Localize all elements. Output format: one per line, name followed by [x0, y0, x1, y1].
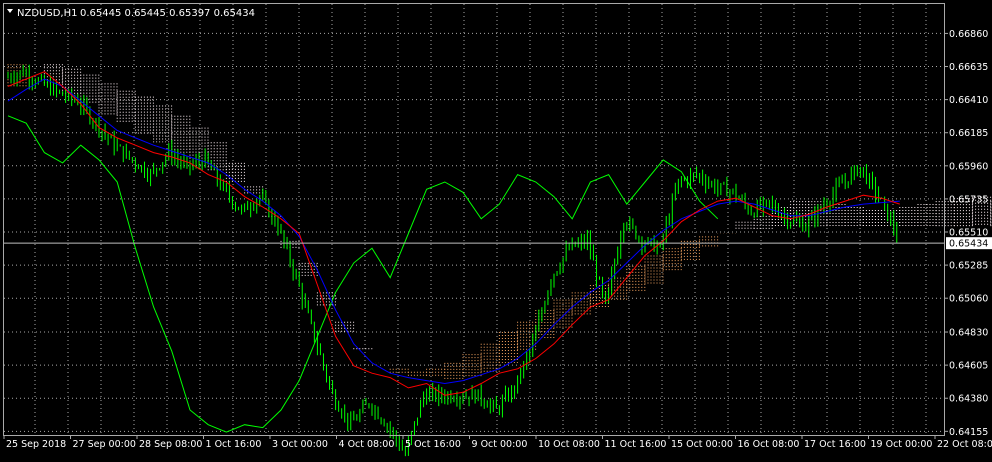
y-tick-label: 0.64605: [949, 361, 988, 372]
y-tick-label: 0.66860: [949, 29, 988, 40]
x-tick-label: 16 Oct 08:00: [738, 439, 800, 450]
x-tick-label: 1 Oct 16:00: [206, 439, 262, 450]
x-tick-label: 3 Oct 00:00: [272, 439, 328, 450]
chart-svg[interactable]: 0.66860 0.66635 0.66410 0.66185 0.65960 0.657…: [0, 0, 992, 462]
x-tick-label: 28 Sep 08:00: [139, 439, 202, 450]
x-tick-label: 9 Oct 00:00: [472, 439, 528, 450]
x-tick-label: 22 Oct 08:00: [937, 439, 992, 450]
y-tick-label: 0.66185: [949, 128, 988, 139]
ohlc-readout: 0.65445 0.65445 0.65397 0.65434: [80, 8, 255, 19]
x-tick-label: 27 Sep 00:00: [73, 439, 136, 450]
y-tick-label: 0.64155: [949, 427, 988, 438]
y-tick-label: 0.65510: [949, 228, 988, 239]
y-tick-label: 0.65960: [949, 161, 988, 172]
x-tick-label: 15 Oct 00:00: [671, 439, 733, 450]
x-tick-label: 5 Oct 16:00: [405, 439, 461, 450]
chart-window[interactable]: 0.66860 0.66635 0.66410 0.66185 0.65960 0.657…: [0, 0, 992, 462]
x-tick-label: 19 Oct 00:00: [871, 439, 933, 450]
y-tick-label: 0.66635: [949, 62, 988, 73]
symbol-title: NZDUSD,H1: [17, 8, 77, 19]
x-tick-label: 11 Oct 16:00: [605, 439, 667, 450]
y-tick-label: 0.64830: [949, 328, 988, 339]
x-tick-label: 25 Sep 2018: [6, 439, 66, 450]
x-tick-label: 4 Oct 08:00: [339, 439, 395, 450]
y-tick-label: 0.66410: [949, 95, 988, 106]
chart-background: [0, 0, 992, 462]
current-price-label: 0.65434: [949, 239, 988, 250]
x-tick-label: 10 Oct 08:00: [538, 439, 600, 450]
x-tick-label: 17 Oct 16:00: [804, 439, 866, 450]
y-tick-label: 0.65285: [949, 261, 988, 272]
y-tick-label: 0.65735: [949, 194, 988, 205]
y-tick-label: 0.65060: [949, 294, 988, 305]
y-tick-label: 0.64380: [949, 394, 988, 405]
